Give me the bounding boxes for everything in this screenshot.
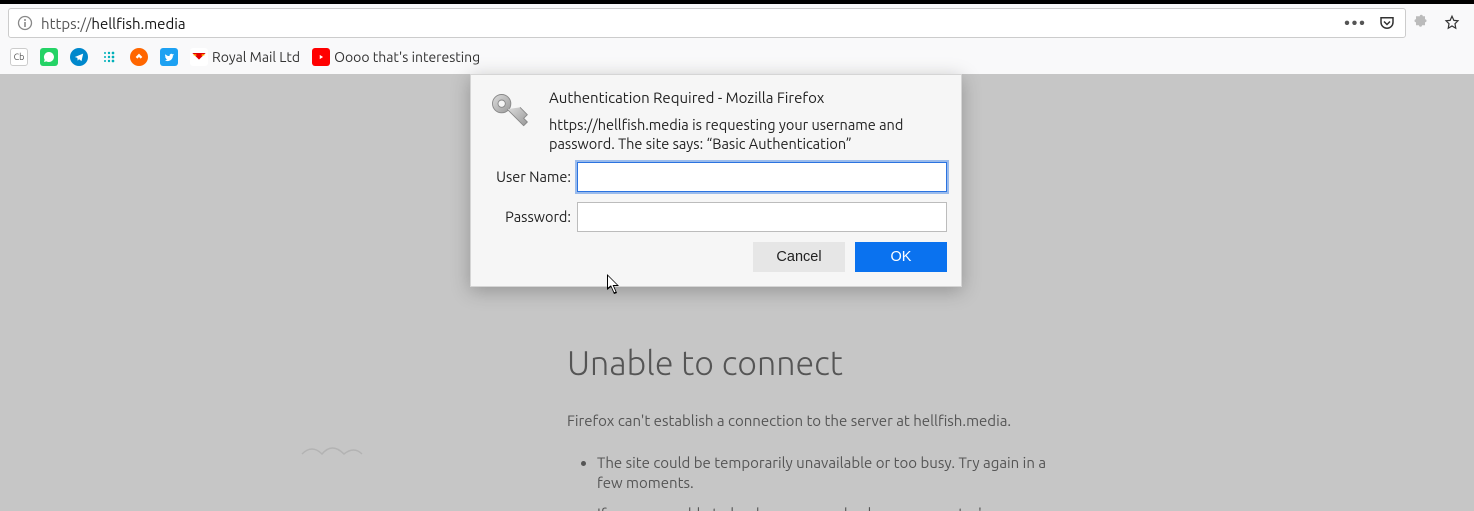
url-scheme: https:// (41, 15, 91, 32)
telegram-icon (70, 48, 88, 66)
bookmark-star-icon[interactable] (1442, 13, 1462, 33)
whatsapp-icon (40, 48, 58, 66)
error-text-block: Unable to connect Firefox can't establis… (567, 344, 1187, 511)
bookmark-item[interactable] (160, 48, 178, 66)
error-lead: Firefox can't establish a connection to … (567, 412, 1187, 429)
url-actions: ••• (1345, 13, 1397, 33)
bookmark-item[interactable] (40, 48, 58, 66)
bookmark-item[interactable] (130, 48, 148, 66)
royalmail-icon (190, 48, 208, 66)
error-title: Unable to connect (567, 344, 1187, 382)
bookmark-item[interactable]: Cb (10, 48, 28, 66)
key-icon (485, 89, 533, 137)
dialog-title: Authentication Required - Mozilla Firefo… (549, 89, 947, 106)
pocket-icon[interactable] (1377, 13, 1397, 33)
bookmark-item[interactable]: Royal Mail Ltd (190, 48, 300, 66)
auth-dialog: Authentication Required - Mozilla Firefo… (470, 74, 962, 287)
bookmark-item[interactable] (70, 48, 88, 66)
youtube-icon (312, 48, 330, 66)
twitter-icon (160, 48, 178, 66)
fitbit-icon (100, 48, 118, 66)
password-input[interactable] (577, 202, 947, 232)
bookmark-icon: Cb (10, 48, 28, 66)
dialog-message: https://hellfish.media is requesting you… (549, 116, 947, 154)
ok-button[interactable]: OK (855, 242, 947, 272)
error-bullet: If you are unable to load any pages, che… (597, 504, 1057, 511)
password-label: Password: (485, 208, 571, 225)
browser-chrome: https://hellfish.media ••• Cb Royal Mail (0, 0, 1474, 74)
toolbar-side-icons (1412, 13, 1466, 33)
page-actions-icon[interactable]: ••• (1345, 13, 1365, 33)
extensions-icon[interactable] (1412, 13, 1432, 33)
url-host: hellfish.media (91, 15, 185, 32)
bookmark-label: Royal Mail Ltd (212, 49, 300, 65)
site-info-icon[interactable] (17, 15, 33, 31)
error-bullet-list: The site could be temporarily unavailabl… (567, 453, 1187, 511)
url-bar[interactable]: https://hellfish.media ••• (8, 8, 1406, 38)
url-text[interactable]: https://hellfish.media (41, 15, 1337, 32)
username-label: User Name: (485, 168, 571, 185)
bookmark-item[interactable]: Oooo that's interesting (312, 48, 480, 66)
url-bar-row: https://hellfish.media ••• (0, 4, 1474, 42)
error-illustration (287, 344, 527, 511)
bookmark-label: Oooo that's interesting (334, 49, 480, 65)
feedly-icon (130, 48, 148, 66)
error-bullet: The site could be temporarily unavailabl… (597, 453, 1057, 494)
username-input[interactable] (577, 162, 947, 192)
page-content: Unable to connect Firefox can't establis… (0, 74, 1474, 511)
cancel-button[interactable]: Cancel (753, 242, 845, 272)
bookmark-item[interactable] (100, 48, 118, 66)
bookmarks-toolbar: Cb Royal Mail Ltd Oooo that's interestin… (0, 42, 1474, 74)
